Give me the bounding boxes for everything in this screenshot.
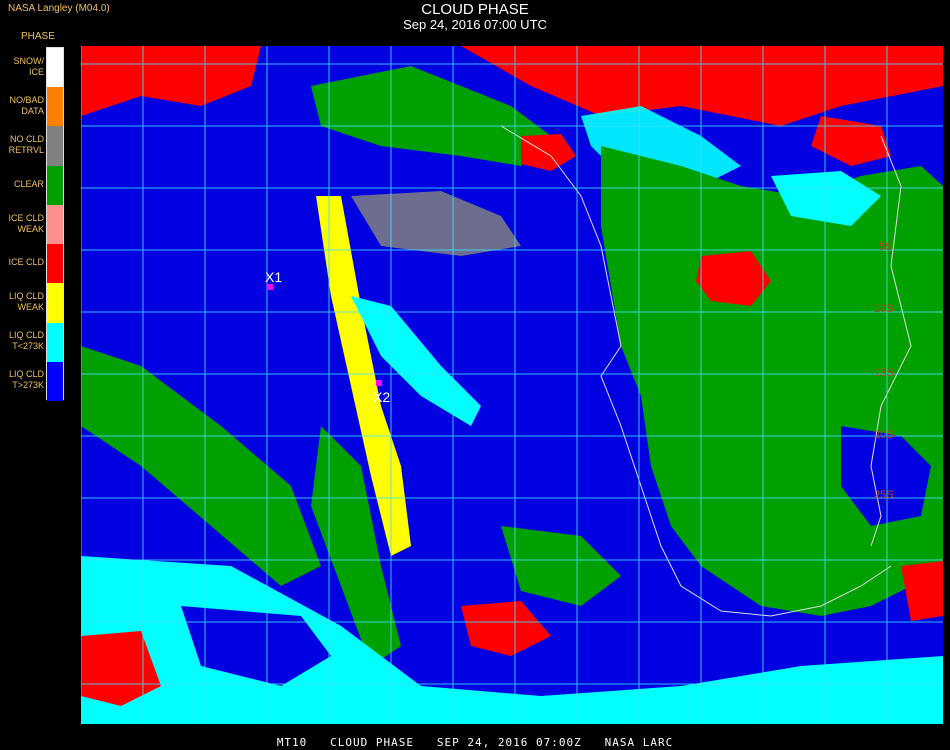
legend-label: LIQ CLD T<273K	[8, 330, 44, 352]
legend-label: ICE CLD WEAK	[8, 212, 44, 234]
marker-x1-label: X1	[265, 269, 282, 285]
legend-colorbar	[46, 47, 64, 401]
satellite-map: 5S 10S 15S 20S 25S X1 X2	[81, 46, 943, 724]
map-title: CLOUD PHASE	[421, 1, 529, 18]
map-timestamp: Sep 24, 2016 07:00 UTC	[403, 17, 547, 32]
legend-label: LIQ CLD WEAK	[8, 290, 44, 312]
lat-label-10s: 10S	[874, 303, 894, 315]
lat-label-15s: 15S	[874, 367, 894, 379]
legend-swatch	[47, 87, 63, 127]
legend-swatch	[47, 322, 63, 362]
legend-label: NO CLD RETRVL	[8, 134, 44, 156]
marker-x2-point	[376, 380, 382, 386]
legend-swatch	[47, 204, 63, 245]
legend-swatch	[47, 165, 63, 205]
footer-caption: MT10 CLOUD PHASE SEP 24, 2016 07:00Z NAS…	[276, 736, 674, 749]
marker-x2-label: X2	[373, 389, 390, 405]
map-svg: 5S 10S 15S 20S 25S X1 X2	[81, 46, 943, 724]
legend-swatch	[47, 283, 63, 323]
legend-swatch	[47, 361, 63, 401]
lat-label-25s: 25S	[874, 489, 894, 501]
legend-swatch	[47, 244, 63, 284]
legend-label: ICE CLD	[8, 257, 44, 268]
legend-heading: PHASE	[21, 31, 55, 42]
legend-label: SNOW/ ICE	[13, 55, 45, 77]
lat-label-20s: 20S	[874, 429, 894, 441]
legend-swatch	[47, 48, 63, 88]
legend-label: CLEAR	[13, 178, 44, 189]
legend-swatch	[47, 126, 63, 166]
lat-label-5s: 5S	[879, 241, 892, 253]
legend-label: NO/BAD DATA	[9, 94, 44, 116]
legend-label: LIQ CLD T>273K	[8, 369, 44, 391]
